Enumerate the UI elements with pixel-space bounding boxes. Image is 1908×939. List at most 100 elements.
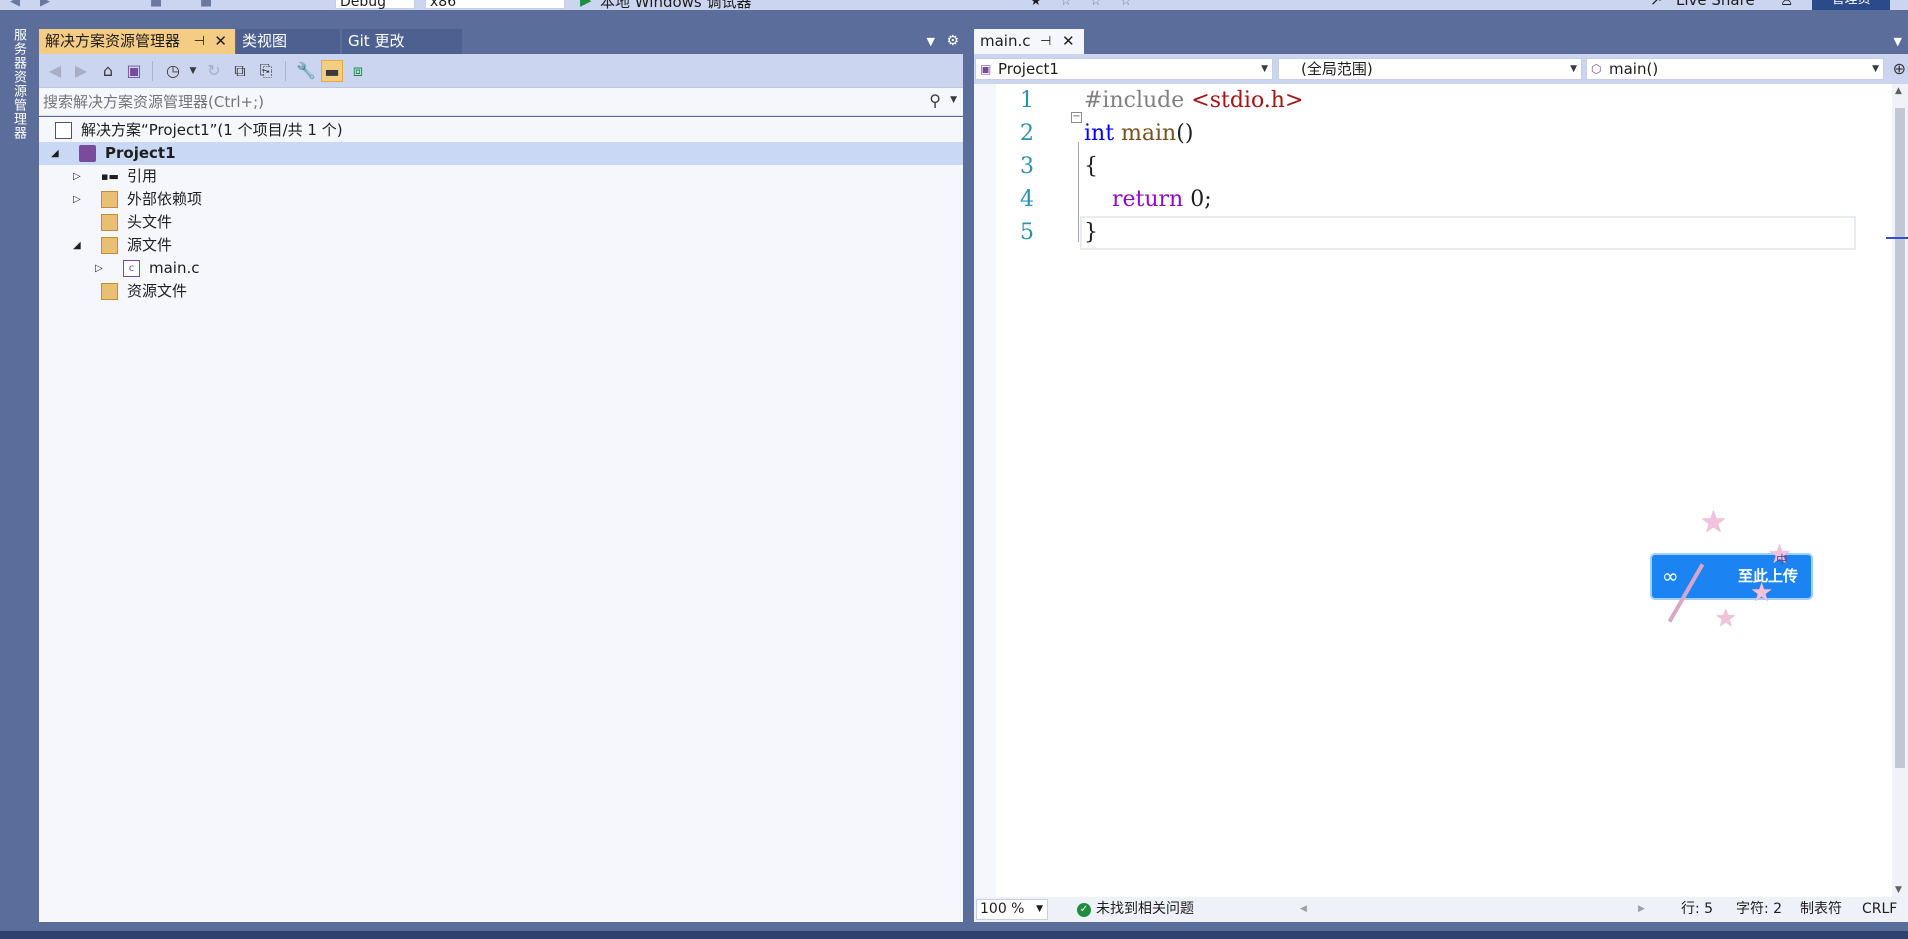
chevron-down-icon: ▼ <box>1036 904 1043 914</box>
bookmark-icon[interactable]: ★ <box>1030 0 1042 9</box>
tree-item-project[interactable]: ◢ Project1 <box>39 142 963 165</box>
tab-main-c[interactable]: main.c ⊣ ✕ <box>974 29 1084 54</box>
server-explorer-tab[interactable]: 服务器资源管理器 <box>9 28 28 140</box>
tree-item-solution[interactable]: 解决方案“Project1”(1 个项目/共 1 个) <box>39 119 963 142</box>
save-icon[interactable]: ■ <box>150 0 162 9</box>
chevron-down-icon[interactable]: ▼ <box>927 29 935 54</box>
expand-arrow-icon[interactable]: ▷ <box>95 257 103 280</box>
toolbar-separator <box>285 61 286 81</box>
solution-explorer-search: ⚲ ▼ <box>39 88 963 116</box>
project-select[interactable]: ▣ Project1 ▼ <box>975 58 1273 80</box>
manage-badge: 管理员 <box>1812 0 1890 10</box>
tree-item-external-deps[interactable]: ▷ 外部依赖项 <box>39 188 963 211</box>
star-icon[interactable]: ☆ <box>1090 0 1102 9</box>
toolbar-separator <box>152 61 153 81</box>
main-toolbar: ◀ ▶ ■ ■ Debug x86 ▶ 本地 Windows 调试器 ★ ☆ ☆… <box>0 0 1908 10</box>
column-indicator[interactable]: 字符: 2 <box>1736 897 1782 922</box>
scroll-right-icon[interactable]: ▶ <box>1638 897 1645 922</box>
run-icon[interactable]: ▶ <box>580 0 592 9</box>
gear-icon[interactable]: ⚙ <box>946 29 959 54</box>
project-icon <box>79 145 96 162</box>
properties-wrench-icon[interactable]: 🔧 <box>295 60 317 82</box>
code-text-area[interactable]: − #include <stdio.h> int main() { return… <box>1071 84 1858 897</box>
save-all-icon[interactable]: ■ <box>200 0 212 9</box>
preview-selected-icon[interactable]: ▬ <box>321 60 343 82</box>
line-number-gutter: 1 2 3 4 5 <box>996 84 1076 897</box>
line-number: 3 <box>1020 154 1034 179</box>
collapse-all-icon[interactable]: ⧉ <box>229 60 251 82</box>
line-number: 1 <box>1020 88 1034 113</box>
pin-icon[interactable]: ⊣ <box>194 29 205 54</box>
tab-class-view[interactable]: 类视图 <box>236 29 340 54</box>
pending-changes-filter-icon[interactable]: ◷ <box>162 60 184 82</box>
expand-arrow-icon[interactable]: ▷ <box>73 165 81 188</box>
pin-icon[interactable]: ⊣ <box>1040 29 1051 54</box>
search-input[interactable] <box>43 92 923 112</box>
switch-views-icon[interactable]: ▣ <box>123 60 145 82</box>
star-icon[interactable]: ☆ <box>1060 0 1072 9</box>
code-editor[interactable]: 1 2 3 4 5 − #include <stdio.h> int main(… <box>974 84 1908 897</box>
live-share-button[interactable]: Live Share <box>1676 0 1755 9</box>
code-line: } <box>1084 220 1098 245</box>
chevron-down-icon: ▼ <box>1570 64 1577 74</box>
config-select[interactable]: Debug <box>335 0 415 10</box>
tree-item-resource-files[interactable]: 资源文件 <box>39 280 963 303</box>
class-diagram-icon[interactable]: ⧈ <box>347 60 369 82</box>
zoom-select[interactable]: 100 % ▼ <box>976 899 1048 920</box>
close-icon[interactable]: ✕ <box>214 29 227 54</box>
home-icon[interactable]: ⌂ <box>97 60 119 82</box>
tree-item-header-files[interactable]: 头文件 <box>39 211 963 234</box>
star-decoration-icon: ★ <box>1700 505 1727 540</box>
collapse-toggle-icon[interactable]: − <box>1071 112 1082 123</box>
function-cube-icon: ⬡ <box>1591 62 1602 76</box>
cloud-link-icon: ∞ <box>1662 564 1679 588</box>
scroll-left-icon[interactable]: ◀ <box>1300 897 1307 922</box>
scope-select[interactable]: (全局范围) ▼ <box>1278 58 1582 80</box>
editor-status-bar: 100 % ▼ ✓ 未找到相关问题 ◀ ▶ 行: 5 字符: 2 制表符 CRL… <box>974 897 1908 922</box>
expand-arrow-icon[interactable]: ▷ <box>73 188 81 211</box>
tab-solution-explorer[interactable]: 解决方案资源管理器 ⊣ ✕ <box>39 29 235 54</box>
issues-status[interactable]: 未找到相关问题 <box>1096 897 1194 922</box>
indent-mode-indicator[interactable]: 制表符 <box>1800 897 1842 922</box>
tree-item-source-files[interactable]: ◢ 源文件 <box>39 234 963 257</box>
line-number: 5 <box>1020 220 1034 245</box>
chevron-down-icon[interactable]: ▼ <box>182 60 204 82</box>
platform-select[interactable]: x86 <box>425 0 565 10</box>
back-icon[interactable]: ◀ <box>44 60 66 82</box>
scrollbar-thumb[interactable] <box>1895 108 1905 768</box>
back-icon[interactable]: ◀ <box>10 0 20 9</box>
solution-explorer-tabbar: 解决方案资源管理器 ⊣ ✕ 类视图 Git 更改 ▼ ⚙ <box>39 29 963 54</box>
caret-position-marker <box>1886 237 1908 239</box>
collapse-arrow-icon[interactable]: ◢ <box>73 234 81 257</box>
split-window-icon[interactable]: ⊕ <box>1893 59 1906 78</box>
account-icon[interactable]: ♙ <box>1780 0 1793 9</box>
run-debugger-button[interactable]: 本地 Windows 调试器 <box>600 0 752 10</box>
forward-icon[interactable]: ▶ <box>40 0 50 9</box>
line-ending-indicator[interactable]: CRLF <box>1862 897 1897 922</box>
chevron-down-icon: ▼ <box>1261 64 1268 74</box>
vertical-scrollbar[interactable]: ▲ ▼ <box>1886 84 1908 897</box>
close-icon[interactable]: ✕ <box>1062 29 1075 54</box>
chevron-down-icon[interactable]: ▼ <box>950 95 957 105</box>
outline-bar <box>1078 142 1079 242</box>
scroll-up-icon[interactable]: ▲ <box>1895 86 1902 96</box>
chevron-down-icon[interactable]: ▼ <box>1894 29 1902 54</box>
collapse-arrow-icon[interactable]: ◢ <box>51 142 59 165</box>
left-tool-strip: 服务器资源管理器 <box>0 18 38 931</box>
tab-git-changes[interactable]: Git 更改 <box>342 29 462 54</box>
indicator-margin[interactable] <box>974 84 996 897</box>
sync-icon[interactable]: ↻ <box>203 60 225 82</box>
check-circle-icon: ✓ <box>1077 903 1091 917</box>
star-decoration-icon: ★ <box>1750 578 1774 608</box>
show-all-files-icon[interactable]: ⎘ <box>255 60 277 82</box>
star-icon[interactable]: ☆ <box>1120 0 1132 9</box>
line-indicator[interactable]: 行: 5 <box>1681 897 1713 922</box>
tree-item-main-c[interactable]: ▷ c main.c <box>39 257 963 280</box>
live-share-icon: ↗ <box>1650 0 1663 9</box>
member-select[interactable]: ⬡ main() ▼ <box>1586 58 1884 80</box>
editor-tabbar: main.c ⊣ ✕ ▼ <box>974 29 1908 54</box>
forward-icon[interactable]: ▶ <box>70 60 92 82</box>
search-icon[interactable]: ⚲ <box>929 91 941 110</box>
tree-item-references[interactable]: ▷ ▪▬ 引用 <box>39 165 963 188</box>
scroll-down-icon[interactable]: ▼ <box>1895 885 1902 895</box>
